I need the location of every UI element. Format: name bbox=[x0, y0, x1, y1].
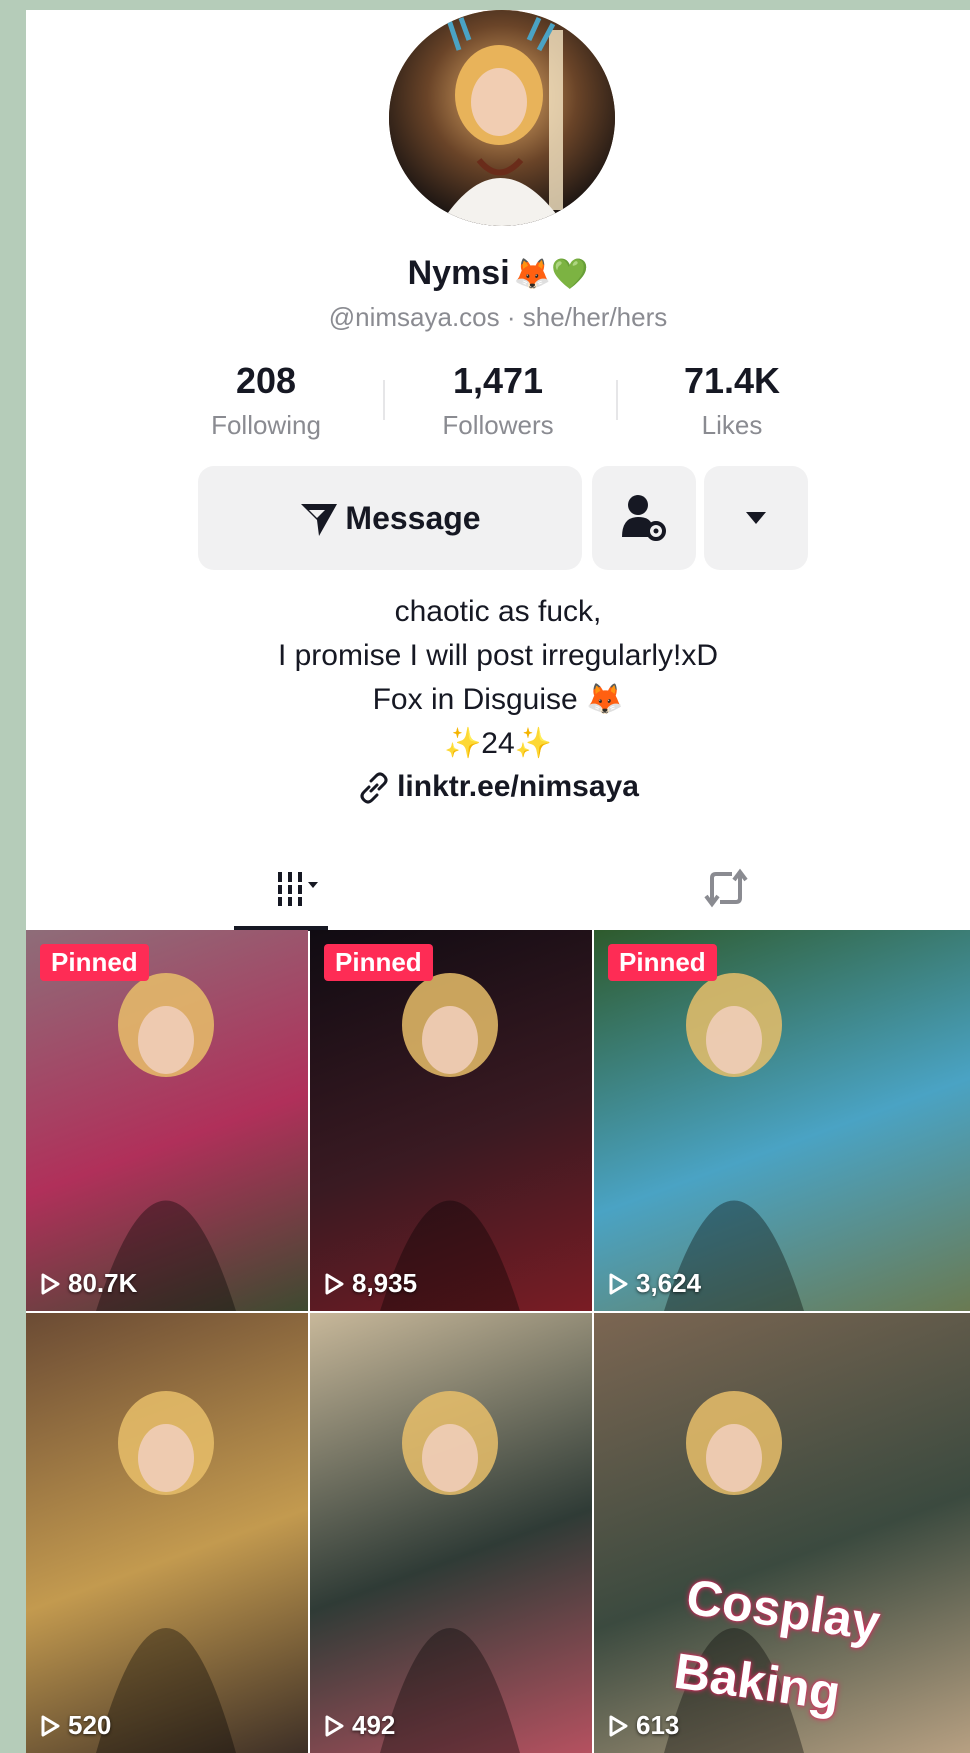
thumbnail-image bbox=[380, 973, 520, 1311]
pinned-badge: Pinned bbox=[324, 944, 433, 981]
following-count: 208 bbox=[235, 360, 297, 401]
stat-divider bbox=[383, 380, 385, 420]
display-name: Nymsi bbox=[407, 254, 510, 292]
stat-divider bbox=[616, 380, 618, 420]
view-count: 492 bbox=[324, 1710, 395, 1741]
play-icon bbox=[41, 1273, 60, 1294]
play-icon bbox=[609, 1273, 628, 1294]
followers-label: Followers bbox=[442, 410, 554, 440]
name-emojis: 🦊💚 bbox=[513, 258, 589, 291]
video-thumbnail[interactable]: Pinned 8,935 bbox=[310, 930, 592, 1311]
view-count-text: 3,624 bbox=[636, 1268, 702, 1298]
video-thumbnail[interactable]: 492 bbox=[310, 1313, 592, 1753]
video-grid: Pinned 80.7K Pinned 8,935 Pinned 3,624 520 492 C… bbox=[26, 930, 970, 1753]
play-icon bbox=[325, 1273, 344, 1294]
profile-avatar[interactable] bbox=[389, 10, 615, 226]
tab-reposts[interactable] bbox=[656, 846, 796, 930]
message-label: Message bbox=[345, 499, 481, 536]
play-icon bbox=[41, 1715, 60, 1736]
tab-videos[interactable] bbox=[232, 846, 372, 930]
view-count: 8,935 bbox=[324, 1268, 417, 1299]
person-gear-icon bbox=[622, 495, 666, 541]
repost-icon bbox=[704, 868, 748, 908]
view-count-text: 8,935 bbox=[352, 1268, 418, 1298]
bio: chaotic as fuck, I promise I will post i… bbox=[26, 590, 970, 766]
grid-icon bbox=[278, 872, 318, 906]
thumbnail-image bbox=[96, 1391, 236, 1753]
view-count: 613 bbox=[608, 1710, 679, 1741]
stat-likes[interactable]: 71.4K Likes bbox=[612, 360, 852, 441]
following-label: Following bbox=[211, 410, 321, 440]
bio-line: Fox in Disguise 🦊 bbox=[372, 683, 624, 716]
link-icon bbox=[360, 772, 388, 804]
bio-line: I promise I will post irregularly!xD bbox=[277, 639, 719, 672]
view-count-text: 520 bbox=[68, 1710, 112, 1740]
thumbnail-image bbox=[380, 1391, 520, 1753]
send-plane-icon bbox=[301, 504, 338, 536]
view-count-text: 80.7K bbox=[68, 1268, 138, 1298]
play-icon bbox=[609, 1715, 628, 1736]
more-options-button[interactable] bbox=[704, 466, 808, 570]
likes-label: Likes bbox=[701, 410, 763, 440]
bio-link-text: linktr.ee/nimsaya bbox=[397, 770, 639, 803]
bio-line: chaotic as fuck, bbox=[394, 595, 602, 628]
message-button[interactable]: Message bbox=[198, 466, 582, 570]
bio-link[interactable]: linktr.ee/nimsaya bbox=[26, 770, 970, 805]
caret-down-icon bbox=[746, 512, 766, 524]
stat-following[interactable]: 208 Following bbox=[146, 360, 386, 441]
view-count: 520 bbox=[40, 1710, 111, 1741]
video-thumbnail[interactable]: Cosplay Baking 613 bbox=[594, 1313, 970, 1753]
followers-count: 1,471 bbox=[452, 360, 544, 401]
play-icon bbox=[325, 1715, 344, 1736]
thumbnail-image bbox=[96, 973, 236, 1311]
stat-followers[interactable]: 1,471 Followers bbox=[378, 360, 618, 441]
view-count-text: 613 bbox=[636, 1710, 680, 1740]
thumbnail-image bbox=[664, 973, 804, 1311]
bio-line: ✨24✨ bbox=[443, 727, 553, 760]
video-thumbnail[interactable]: Pinned 80.7K bbox=[26, 930, 308, 1311]
handle-pronouns: @nimsaya.cos · she/her/hers bbox=[328, 302, 668, 332]
video-thumbnail[interactable]: Pinned 3,624 bbox=[594, 930, 970, 1311]
display-name-row: Nymsi 🦊💚 bbox=[26, 254, 970, 293]
view-count: 3,624 bbox=[608, 1268, 701, 1299]
avatar-photo bbox=[389, 10, 615, 226]
likes-count: 71.4K bbox=[683, 360, 781, 401]
video-thumbnail[interactable]: 520 bbox=[26, 1313, 308, 1753]
add-friend-button[interactable] bbox=[592, 466, 696, 570]
profile-screen: Nymsi 🦊💚 @nimsaya.cos · she/her/hers 208 … bbox=[26, 10, 970, 1753]
view-count-text: 492 bbox=[352, 1710, 396, 1740]
view-count: 80.7K bbox=[40, 1268, 137, 1299]
pinned-badge: Pinned bbox=[40, 944, 149, 981]
profile-tabs bbox=[26, 846, 970, 931]
pinned-badge: Pinned bbox=[608, 944, 717, 981]
